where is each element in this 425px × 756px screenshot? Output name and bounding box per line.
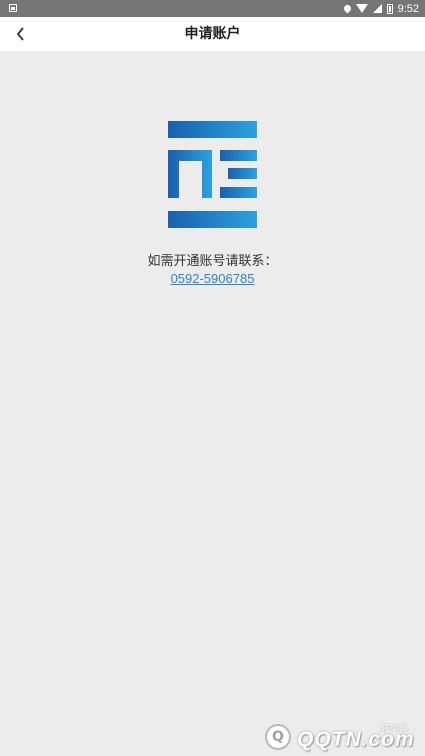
status-time: 9:52 <box>397 2 419 15</box>
battery-icon <box>386 3 393 14</box>
contact-text: 如需开通账号请联系： <box>147 254 278 269</box>
app-header: 申请账户 <box>0 17 425 51</box>
location-icon <box>342 3 353 13</box>
signal-icon <box>372 4 382 13</box>
watermark-small-text: 腾牛网 <box>381 725 409 735</box>
phone-link-container: 0592-5906785 <box>0 271 425 286</box>
watermark-logo-icon: Q <box>265 724 291 750</box>
image-icon <box>9 4 17 12</box>
status-icons: 9:52 <box>342 0 419 17</box>
company-logo <box>168 121 257 228</box>
status-bar: 9:52 <box>0 0 425 17</box>
watermark: Q QQTN.com 腾牛网 <box>255 720 425 756</box>
wifi-icon <box>355 4 368 13</box>
page-title: 申请账户 <box>184 26 241 42</box>
phone-link[interactable]: 0592-5906785 <box>171 271 255 286</box>
